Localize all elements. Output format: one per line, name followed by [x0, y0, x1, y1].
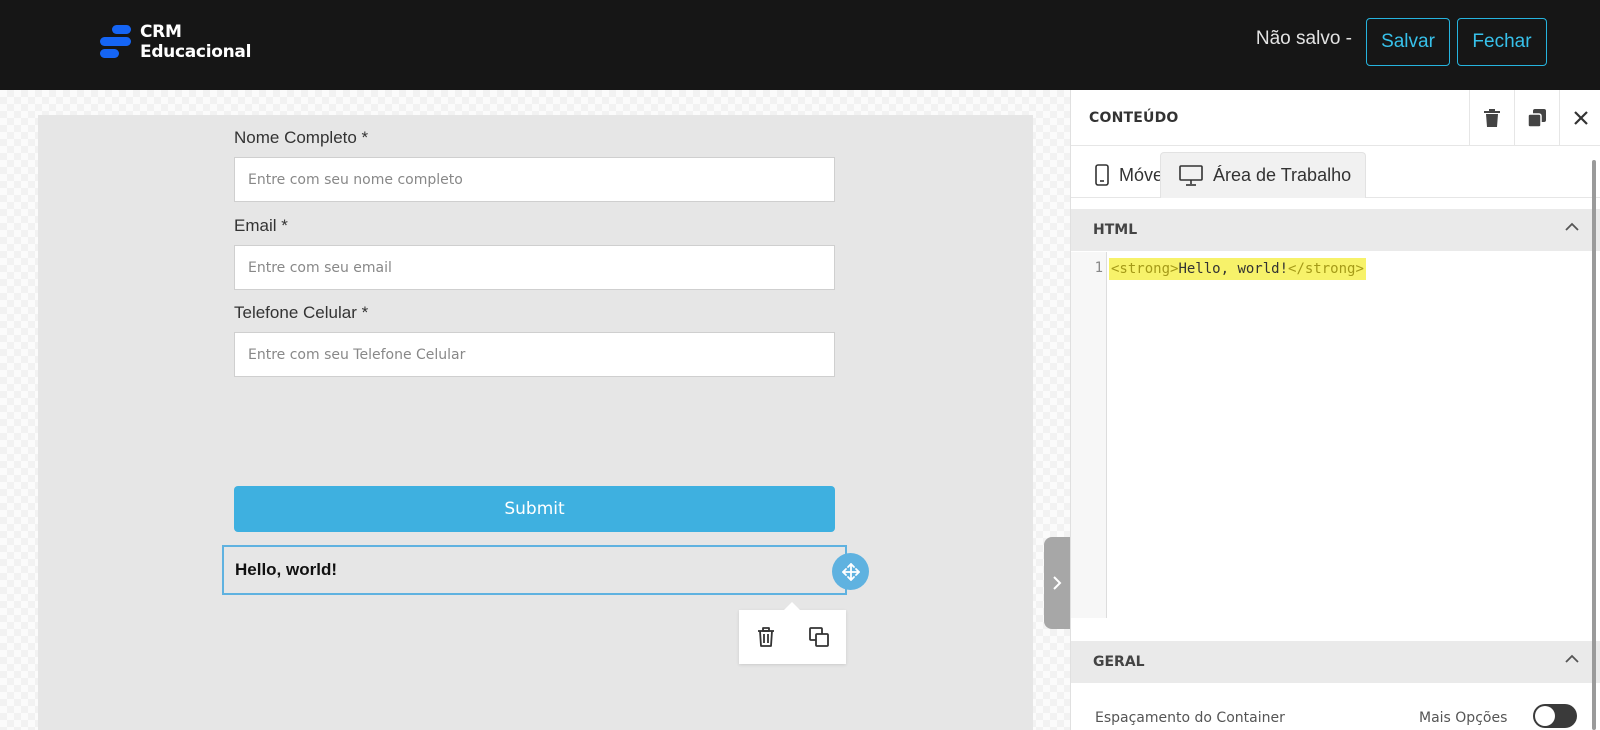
html-section-header[interactable]: HTML	[1071, 209, 1600, 251]
collapse-panel-button[interactable]	[1044, 537, 1070, 629]
panel-title: CONTEÚDO	[1089, 110, 1179, 126]
editor-gutter: 1	[1071, 252, 1107, 618]
line-number: 1	[1094, 260, 1103, 276]
phone-icon	[1095, 164, 1109, 186]
save-button[interactable]: Salvar	[1366, 18, 1450, 66]
desktop-icon	[1179, 164, 1203, 186]
tab-mobile[interactable]: Móvel	[1095, 152, 1167, 198]
move-icon[interactable]	[832, 553, 869, 590]
more-options-toggle[interactable]	[1533, 704, 1577, 728]
more-options-label: Mais Opções	[1419, 710, 1508, 726]
trash-icon[interactable]	[750, 621, 782, 653]
html-section-title: HTML	[1093, 222, 1138, 238]
crm-educacional-logo: CRM Educacional	[98, 22, 251, 62]
tab-desktop-label: Área de Trabalho	[1213, 165, 1352, 185]
email-field-label: Email *	[234, 216, 288, 235]
name-input[interactable]: Entre com seu nome completo	[234, 157, 835, 202]
block-toolbar	[739, 602, 846, 664]
general-section-header[interactable]: GERAL	[1071, 641, 1600, 683]
html-code-editor[interactable]: 1 <strong> Hello, world! </strong>	[1071, 252, 1600, 618]
form-container	[38, 115, 1033, 730]
duplicate-icon[interactable]	[803, 621, 835, 653]
duplicate-block-icon[interactable]	[1514, 90, 1559, 146]
phone-field-label: Telefone Celular *	[234, 303, 369, 322]
close-panel-icon[interactable]	[1559, 90, 1600, 146]
name-field-label: Nome Completo *	[234, 128, 369, 147]
container-spacing-row: Espaçamento do Container Mais Opções	[1095, 710, 1575, 730]
delete-block-icon[interactable]	[1469, 90, 1514, 146]
logo-line-1: CRM	[140, 22, 182, 42]
editor-canvas: Nome Completo * Entre com seu nome compl…	[0, 90, 1070, 730]
logo-line-2: Educacional	[140, 42, 252, 62]
save-status-text: Não salvo -	[1255, 28, 1352, 49]
properties-panel: CONTEÚDO Móvel Área de Trabalho HTML 1 <…	[1070, 90, 1600, 730]
code-open-tag: <strong>	[1111, 261, 1179, 277]
code-line[interactable]: <strong> Hello, world! </strong>	[1109, 258, 1366, 280]
email-input[interactable]: Entre com seu email	[234, 245, 835, 290]
container-spacing-label: Espaçamento do Container	[1095, 710, 1285, 726]
device-tabs: Móvel Área de Trabalho	[1071, 146, 1600, 198]
tab-desktop[interactable]: Área de Trabalho	[1160, 152, 1366, 198]
code-text: Hello, world!	[1178, 261, 1289, 277]
submit-button[interactable]: Submit	[234, 486, 835, 532]
code-close-tag: </strong>	[1288, 261, 1364, 277]
logo-mark-icon	[98, 23, 132, 61]
top-bar: CRM Educacional Não salvo - Salvar Fecha…	[0, 0, 1600, 90]
chevron-up-icon	[1565, 222, 1579, 231]
panel-header: CONTEÚDO	[1071, 90, 1600, 146]
phone-input[interactable]: Entre com seu Telefone Celular	[234, 332, 835, 377]
html-block-selected[interactable]: Hello, world!	[222, 545, 847, 595]
general-section-title: GERAL	[1093, 654, 1145, 670]
chevron-up-icon	[1565, 654, 1579, 663]
panel-scrollbar[interactable]	[1592, 160, 1596, 730]
close-button[interactable]: Fechar	[1457, 18, 1547, 66]
